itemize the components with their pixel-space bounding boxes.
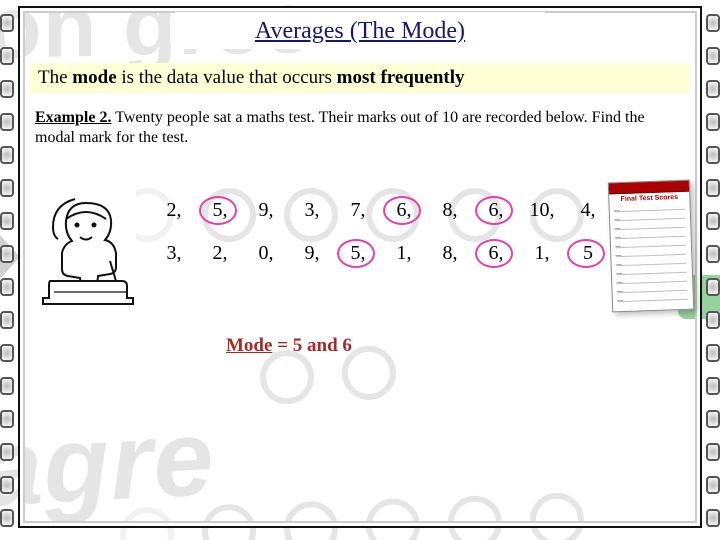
data-value-highlighted: 6,: [381, 199, 427, 222]
data-value: 4,: [565, 199, 611, 222]
data-value-highlighted: 6,: [473, 242, 519, 265]
definition: The mode is the data value that occurs m…: [30, 63, 690, 93]
example-text: Example 2. Twenty people sat a maths tes…: [32, 107, 688, 149]
data-values: 2,5,9,3,7,6,8,6,10,4, 3,2,0,9,5,1,8,6,1,5: [151, 199, 604, 285]
answer-value: = 5 and 6: [272, 335, 351, 356]
score-card-lines: [610, 203, 693, 307]
data-value: 3,: [289, 199, 335, 222]
def-term: mode: [72, 67, 116, 88]
example-label: Example 2.: [35, 109, 111, 126]
answer-label: Mode: [226, 335, 272, 356]
data-value: 1,: [519, 242, 565, 265]
data-value-highlighted: 5,: [197, 199, 243, 222]
data-area: 2,5,9,3,7,6,8,6,10,4,3,2,0,9,5,1,8,6,1,5…: [26, 195, 694, 315]
def-post: most frequently: [337, 67, 465, 88]
data-value-highlighted: 5: [565, 242, 611, 265]
def-mid: is the data value that occurs: [117, 67, 337, 88]
data-value: 2,: [151, 199, 197, 222]
data-row: 2,5,9,3,7,6,8,6,10,4,: [151, 199, 604, 222]
data-value-highlighted: 5,: [335, 242, 381, 265]
slide: on gree agre Averages (The Mode) The mod…: [0, 0, 720, 540]
data-value: 2,: [197, 242, 243, 265]
data-value: 8,: [427, 199, 473, 222]
data-value: 9,: [243, 199, 289, 222]
content: Averages (The Mode) The mode is the data…: [26, 12, 694, 520]
data-value: 0,: [243, 242, 289, 265]
data-value: 7,: [335, 199, 381, 222]
data-value: 3,: [151, 242, 197, 265]
student-illustration: [36, 191, 136, 306]
data-value: 10,: [519, 199, 565, 222]
binding-left: [0, 0, 14, 540]
score-card: Final Test Scores: [608, 180, 694, 313]
answer: Mode = 5 and 6: [226, 335, 694, 357]
def-pre: The: [38, 67, 72, 88]
binding-right: [706, 0, 720, 540]
data-row: 3,2,0,9,5,1,8,6,1,5: [151, 242, 604, 265]
page-title: Averages (The Mode): [255, 18, 465, 44]
data-value-highlighted: 6,: [473, 199, 519, 222]
title-box: Averages (The Mode): [170, 12, 550, 49]
data-value: 8,: [427, 242, 473, 265]
data-value: 9,: [289, 242, 335, 265]
data-value: 1,: [381, 242, 427, 265]
example-body: Twenty people sat a maths test. Their ma…: [35, 109, 645, 146]
